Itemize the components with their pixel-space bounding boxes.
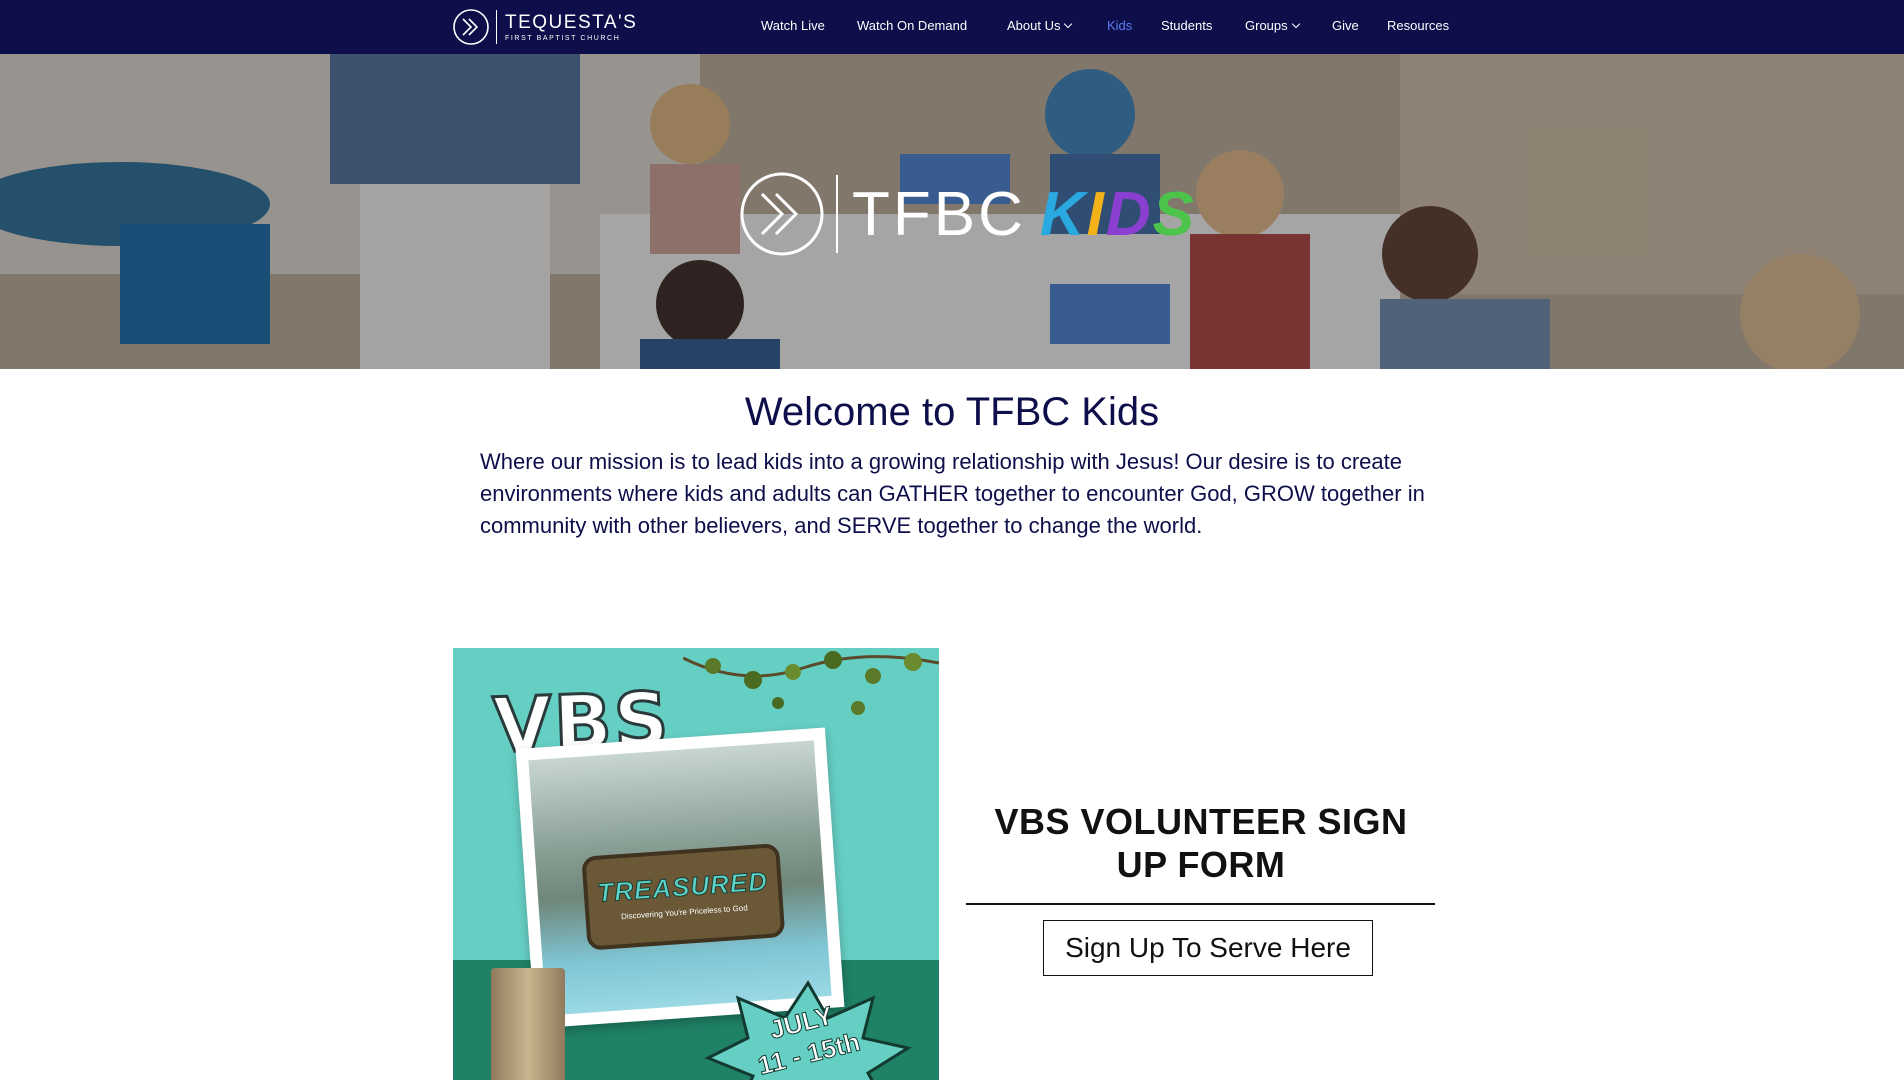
- heading-divider: [966, 903, 1435, 905]
- nav-label: Students: [1161, 18, 1213, 33]
- totem-icon: [491, 968, 565, 1080]
- hero-logo-tfbc: TFBC: [852, 179, 1026, 249]
- kids-letter: D: [1105, 179, 1153, 249]
- nav-label: Watch On Demand: [857, 18, 968, 33]
- nav-item-students[interactable]: Students: [1161, 18, 1212, 33]
- nav-label: Kids: [1107, 18, 1133, 33]
- welcome-text: Where our mission is to lead kids into a…: [480, 449, 1425, 538]
- nav-item-about-us[interactable]: About Us: [1007, 18, 1073, 33]
- hero-logo-kids: KIDS: [1040, 179, 1196, 250]
- nav-item-give[interactable]: Give: [1332, 18, 1359, 33]
- nav-label: Give: [1332, 18, 1359, 33]
- nav-item-watch-on-demand[interactable]: Watch On Demand: [857, 18, 967, 33]
- hero-logo-divider: [836, 175, 838, 253]
- nav-item-watch-live[interactable]: Watch Live: [761, 18, 825, 33]
- kids-letter: K: [1039, 179, 1087, 249]
- hero-banner: TFBC KIDS: [0, 54, 1904, 369]
- chevron-down-icon: [1291, 19, 1300, 28]
- kids-letter: I: [1086, 179, 1106, 249]
- nav-label: Watch Live: [761, 18, 825, 33]
- poster-photo: TREASURED Discovering You're Priceless t…: [528, 740, 832, 1016]
- nav-label: About Us: [1007, 18, 1061, 33]
- top-navbar: TEQUESTA'S FIRST BAPTIST CHURCH Watch Li…: [0, 0, 1904, 54]
- vbs-volunteer-heading: VBS VOLUNTEER SIGN UP FORM: [994, 801, 1408, 885]
- welcome-title: Welcome to TFBC Kids: [744, 390, 1160, 434]
- kids-letter: S: [1152, 179, 1197, 249]
- nav-item-resources[interactable]: Resources: [1387, 18, 1449, 33]
- nav-menu: Watch Live Watch On Demand About Us Kids…: [0, 0, 1904, 54]
- treasured-emblem: TREASURED Discovering You're Priceless t…: [581, 843, 786, 951]
- vbs-poster-image: VBS TREASURED Discovering You're Pricele…: [453, 648, 939, 1080]
- nav-item-groups[interactable]: Groups: [1245, 18, 1300, 33]
- tfbc-kids-logo: TFBC KIDS: [738, 166, 1196, 262]
- nav-label: Groups: [1245, 18, 1288, 33]
- nav-item-kids[interactable]: Kids: [1107, 18, 1132, 33]
- vine-decoration-icon: [683, 651, 939, 715]
- sign-up-to-serve-button[interactable]: Sign Up To Serve Here: [1043, 920, 1373, 976]
- chevron-down-icon: [1064, 19, 1073, 28]
- chevron-circle-logo-icon: [740, 172, 824, 256]
- nav-label: Resources: [1387, 18, 1450, 33]
